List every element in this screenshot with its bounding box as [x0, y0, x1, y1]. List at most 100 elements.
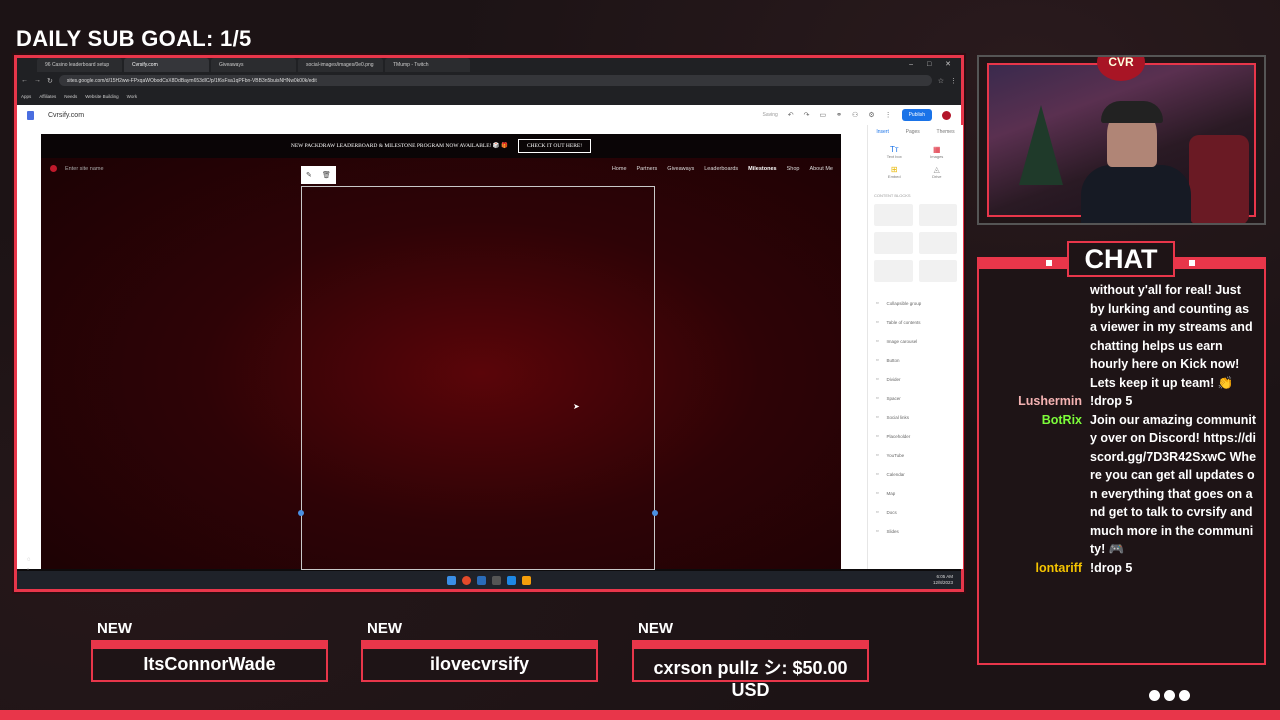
- back-icon[interactable]: ←: [21, 77, 28, 84]
- alert-box: ItsConnorWade: [91, 640, 328, 682]
- share-icon[interactable]: ⚇: [852, 111, 858, 119]
- tab-themes[interactable]: Themes: [937, 129, 955, 135]
- browser-chrome: 96 Casino leaderboard setup Cvrsify.com …: [17, 58, 961, 105]
- nav-milestones[interactable]: Milestones: [748, 166, 776, 172]
- component-item[interactable]: Calendar: [876, 465, 957, 484]
- site-name-field[interactable]: Enter site name: [65, 166, 104, 172]
- nav-home[interactable]: Home: [612, 166, 627, 172]
- site-nav: Home Partners Giveaways Leaderboards Mil…: [612, 166, 833, 172]
- component-item[interactable]: Divider: [876, 370, 957, 389]
- chat-message: without y'all for real! Just by lurking …: [992, 281, 1256, 392]
- document-title[interactable]: Cvrsify.com: [48, 112, 84, 119]
- browser-tab[interactable]: TMump - Twitch: [385, 58, 470, 72]
- content-blocks: [868, 198, 963, 288]
- comment-icon[interactable]: ◌: [27, 555, 31, 565]
- alert-box: ilovecvrsify: [361, 640, 598, 682]
- site-logo-icon[interactable]: [50, 165, 57, 172]
- insert-embed[interactable]: ⊞ Embed: [876, 165, 913, 179]
- redo-icon[interactable]: ↷: [804, 111, 810, 119]
- component-item[interactable]: Map: [876, 484, 957, 503]
- chat-messages: without y'all for real! Just by lurking …: [992, 281, 1256, 659]
- insert-drive[interactable]: ◬ Drive: [919, 165, 956, 179]
- content-block-thumb[interactable]: [874, 260, 913, 282]
- settings-icon[interactable]: ⚙: [868, 111, 874, 119]
- browser-tab[interactable]: Giveaways: [211, 58, 296, 72]
- app-icon[interactable]: [507, 575, 516, 585]
- bookmark-item[interactable]: Website Building: [85, 94, 118, 99]
- check-it-out-button[interactable]: CHECK IT OUT HERE!: [517, 139, 592, 153]
- publish-button[interactable]: Publish: [901, 109, 932, 121]
- undo-icon[interactable]: ↶: [788, 111, 794, 119]
- bookmark-item[interactable]: Work: [127, 94, 137, 99]
- gaming-chair: [1189, 135, 1249, 223]
- content-block-thumb[interactable]: [918, 204, 957, 226]
- content-block-thumb[interactable]: [874, 204, 913, 226]
- saving-status: Saving: [762, 112, 778, 118]
- editor-canvas-area: NEW PACKDRAW LEADERBOARD & MILESTONE PRO…: [17, 125, 867, 583]
- sites-logo-icon[interactable]: [27, 110, 34, 120]
- selected-image-block[interactable]: [301, 186, 655, 570]
- sub-goal-text: DAILY SUB GOAL: 1/5: [16, 26, 252, 51]
- forward-icon[interactable]: →: [34, 77, 41, 84]
- reload-icon[interactable]: ↻: [47, 77, 53, 85]
- insert-label: Drive: [932, 174, 942, 179]
- component-item[interactable]: Button: [876, 351, 957, 370]
- content-block-thumb[interactable]: [918, 232, 957, 254]
- chat-text: !drop 5: [1090, 394, 1133, 408]
- decor-dot: [1179, 690, 1190, 701]
- browser-tab[interactable]: social-images/images/0e0.png: [298, 58, 383, 72]
- pencil-icon[interactable]: ✎: [306, 171, 312, 179]
- nav-shop[interactable]: Shop: [787, 166, 800, 172]
- chat-decor-square: [1187, 258, 1197, 268]
- content-block-thumb[interactable]: [874, 232, 913, 254]
- more-icon[interactable]: ⋮: [885, 111, 892, 119]
- component-item[interactable]: YouTube: [876, 446, 957, 465]
- nav-about-me[interactable]: About Me: [809, 166, 833, 172]
- avatar[interactable]: [942, 110, 951, 120]
- site-canvas[interactable]: NEW PACKDRAW LEADERBOARD & MILESTONE PRO…: [41, 134, 841, 570]
- app-icon[interactable]: [492, 575, 501, 585]
- window-controls[interactable]: – □ ✕: [909, 60, 957, 68]
- address-bar[interactable]: sites.google.com/d/15H2ww-FPxqaWObodCsX8…: [58, 75, 932, 86]
- taskbar-clock[interactable]: 6:05 AM 12/8/2023: [933, 574, 953, 586]
- tab-insert[interactable]: Insert: [876, 129, 889, 135]
- trash-icon[interactable]: 🗑: [322, 171, 331, 179]
- content-block-thumb[interactable]: [918, 260, 957, 282]
- bookmark-item[interactable]: Needs: [64, 94, 77, 99]
- nav-partners[interactable]: Partners: [637, 166, 658, 172]
- insert-images[interactable]: ▦ Images: [919, 145, 956, 159]
- component-item[interactable]: Image carousel: [876, 332, 957, 351]
- chrome-icon[interactable]: [462, 575, 471, 585]
- bookmark-item[interactable]: Affiliates: [39, 94, 56, 99]
- star-icon[interactable]: ☆: [938, 77, 944, 85]
- resize-handle[interactable]: [298, 510, 304, 516]
- bookmark-item[interactable]: Apps: [21, 94, 31, 99]
- alert-strip: [634, 642, 867, 649]
- component-item[interactable]: Placeholder: [876, 427, 957, 446]
- nav-leaderboards[interactable]: Leaderboards: [704, 166, 738, 172]
- browser-tab[interactable]: 96 Casino leaderboard setup: [37, 58, 122, 72]
- component-item[interactable]: Table of contents: [876, 313, 957, 332]
- windows-start-icon[interactable]: [447, 575, 456, 585]
- webcam-feed: [987, 63, 1256, 223]
- webcam-frame: CVR: [977, 55, 1266, 225]
- insert-text-box[interactable]: Tт Text box: [876, 145, 913, 159]
- component-item[interactable]: Docs: [876, 503, 957, 522]
- component-item[interactable]: Spacer: [876, 389, 957, 408]
- component-item[interactable]: Collapsible group: [876, 294, 957, 313]
- nav-giveaways[interactable]: Giveaways: [667, 166, 694, 172]
- resize-handle[interactable]: [652, 510, 658, 516]
- component-item[interactable]: Slides: [876, 522, 957, 541]
- chat-title: CHAT: [1067, 241, 1175, 277]
- steam-icon[interactable]: [477, 575, 486, 585]
- link-icon[interactable]: ⚭: [836, 111, 842, 119]
- tab-pages[interactable]: Pages: [906, 129, 920, 135]
- announcement-banner: NEW PACKDRAW LEADERBOARD & MILESTONE PRO…: [41, 134, 841, 158]
- app-icon[interactable]: [522, 575, 531, 585]
- component-item[interactable]: Social links: [876, 408, 957, 427]
- streamer-hat: [1101, 101, 1163, 123]
- toolbar-actions: Saving ↶ ↷ ▭ ⚭ ⚇ ⚙ ⋮ Publish: [762, 109, 951, 121]
- menu-icon[interactable]: ⋮: [950, 77, 957, 85]
- browser-tab-active[interactable]: Cvrsify.com: [124, 58, 209, 72]
- preview-icon[interactable]: ▭: [820, 111, 827, 119]
